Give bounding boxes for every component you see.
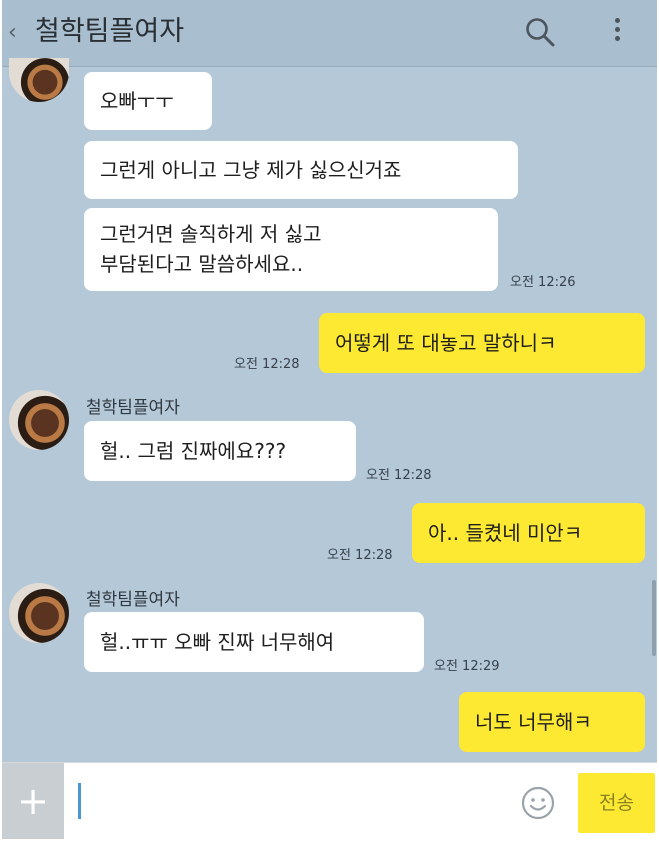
message-time: 오전 12:28 [234, 357, 300, 372]
avatar[interactable] [9, 390, 69, 450]
message-text-line: 그런거면 솔직하게 저 싫고 [100, 222, 322, 246]
message-bubble[interactable]: 너도 너무해ㅋ [459, 692, 645, 752]
message-text: 헐..ㅠㅠ 오빠 진짜 너무해여 [100, 630, 335, 654]
message-text-line: 부담된다고 말씀하세요.. [100, 252, 304, 276]
message-text: 아.. 들켰네 미안ㅋ [428, 521, 583, 545]
scrollbar[interactable] [652, 580, 656, 656]
send-button[interactable]: 전송 [578, 773, 655, 833]
chat-title: 철학팀플여자 [35, 16, 185, 47]
message-text: 오빠ㅜㅜ [100, 89, 174, 113]
message-time: 오전 12:29 [434, 659, 500, 674]
message-bubble[interactable]: 헐..ㅠㅠ 오빠 진짜 너무해여 [84, 612, 424, 672]
avatar[interactable] [9, 58, 69, 102]
message-text: 헐.. 그럼 진짜에요??? [100, 439, 287, 463]
add-attachment-button[interactable]: + [2, 763, 64, 839]
message-time: 오전 12:28 [366, 468, 432, 483]
message-bubble[interactable]: 헐.. 그럼 진짜에요??? [84, 421, 356, 481]
message-time: 오전 12:28 [327, 548, 393, 563]
search-icon[interactable] [524, 16, 556, 48]
message-bubble[interactable]: 그런게 아니고 그냥 제가 싫으신거죠 [84, 141, 518, 199]
message-text: 어떻게 또 대놓고 말하니ㅋ [335, 331, 557, 355]
chat-header: ‹ 철학팀플여자 [2, 0, 657, 67]
message-time: 오전 12:26 [510, 275, 576, 290]
message-text: 그런게 아니고 그냥 제가 싫으신거죠 [100, 158, 402, 182]
chevron-left-icon[interactable]: ‹ [8, 20, 30, 46]
smiley-icon[interactable] [520, 785, 556, 821]
message-bubble[interactable]: 아.. 들켰네 미안ㅋ [412, 503, 645, 563]
sender-name: 철학팀플여자 [86, 398, 180, 418]
chat-screen: ‹ 철학팀플여자 오빠ㅜㅜ 그런게 아니고 그냥 제가 싫으신거죠 그런거면 솔… [2, 0, 657, 861]
message-bubble[interactable]: 오빠ㅜㅜ [84, 72, 212, 130]
message-input[interactable] [68, 767, 512, 837]
message-bubble[interactable]: 어떻게 또 대놓고 말하니ㅋ [319, 313, 645, 373]
avatar[interactable] [9, 583, 69, 643]
message-text: 너도 너무해ㅋ [475, 710, 592, 734]
text-caret [78, 783, 81, 819]
message-bubble[interactable]: 그런거면 솔직하게 저 싫고 부담된다고 말씀하세요.. [84, 208, 498, 291]
input-bar: + 전송 [2, 762, 657, 861]
more-vertical-icon[interactable] [610, 14, 624, 50]
sender-name: 철학팀플여자 [86, 590, 180, 610]
